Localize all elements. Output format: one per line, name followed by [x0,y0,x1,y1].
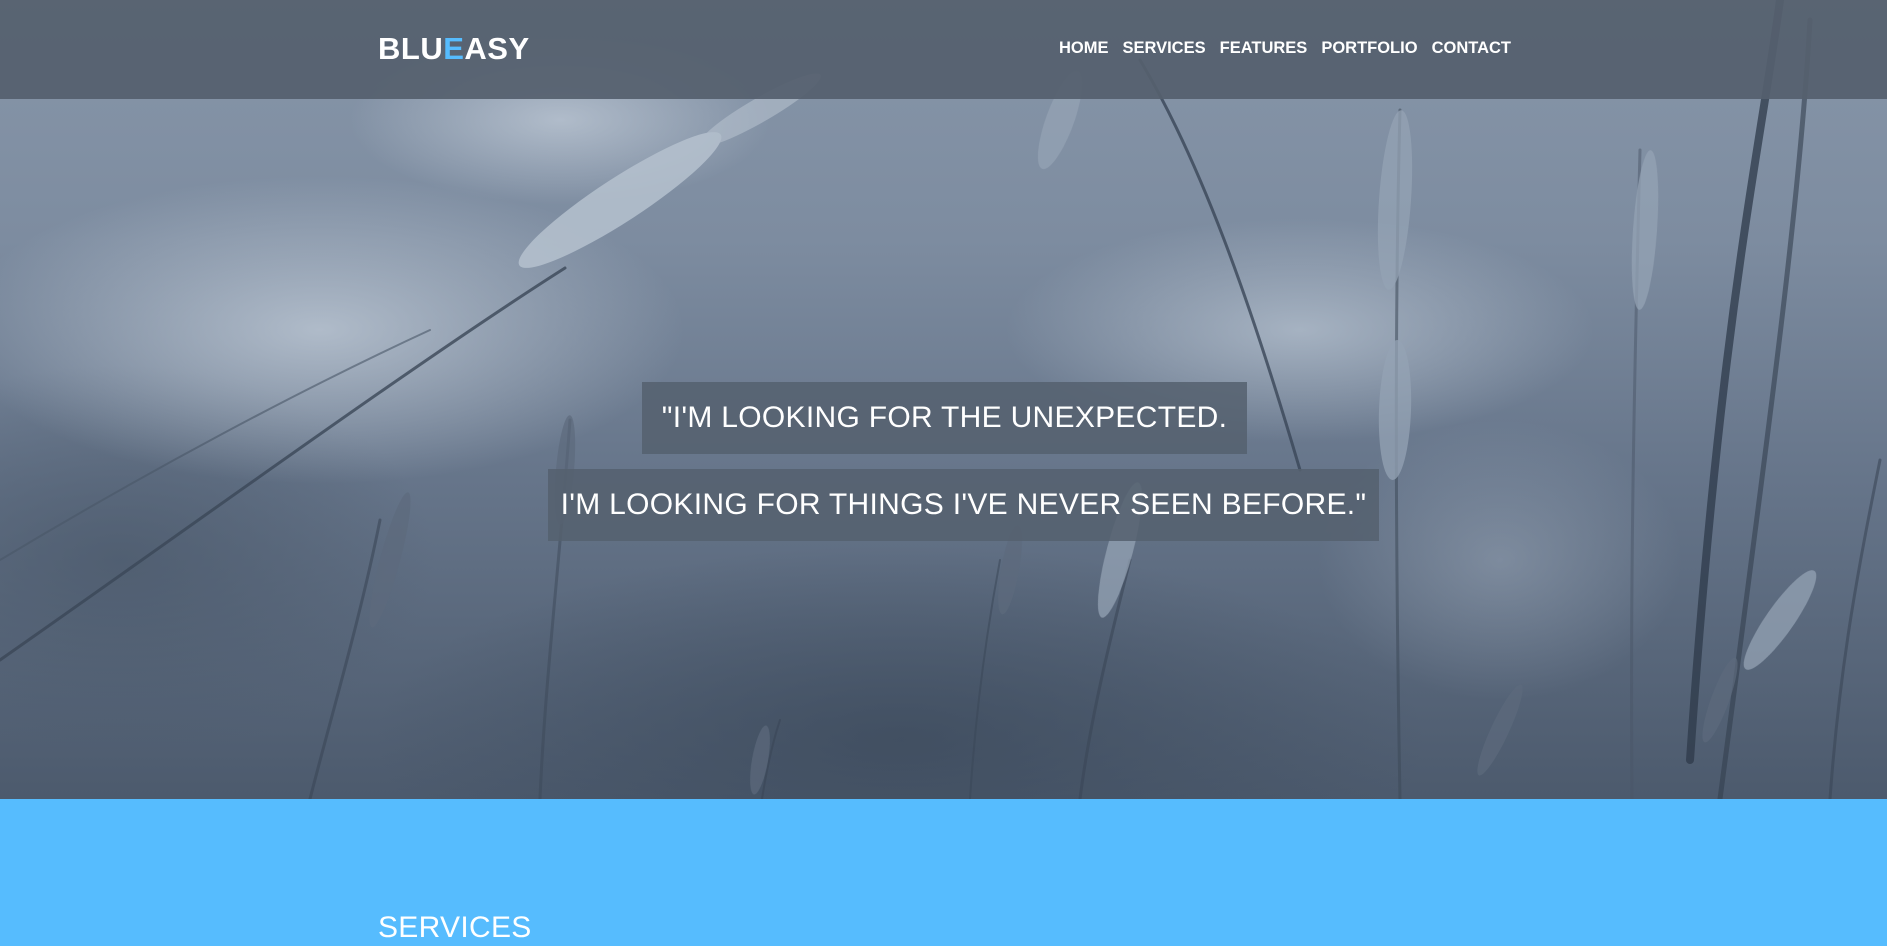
nav-link-home[interactable]: HOME [1059,38,1109,58]
nav-link-features[interactable]: FEATURES [1220,38,1308,58]
nav-item-portfolio: PORTFOLIO [1321,38,1417,58]
nav-link-contact[interactable]: CONTACT [1432,38,1511,58]
brand-text-part2: ASY [464,31,530,66]
nav-item-features: FEATURES [1220,38,1308,58]
nav-item-home: HOME [1059,38,1109,58]
hero-quote-line-1: "I'M LOOKING FOR THE UNEXPECTED. [642,382,1247,454]
hero-quote-line-2: I'M LOOKING FOR THINGS I'VE NEVER SEEN B… [548,469,1379,541]
brand-text-accent: E [443,31,465,66]
brand-text-part1: BLU [378,31,444,66]
top-navbar: BLUEASY HOME SERVICES FEATURES PORTFOLIO… [0,0,1887,99]
main-navigation: HOME SERVICES FEATURES PORTFOLIO CONTACT [1045,38,1511,58]
nav-link-services[interactable]: SERVICES [1122,38,1205,58]
nav-item-contact: CONTACT [1432,38,1511,58]
nav-link-portfolio[interactable]: PORTFOLIO [1321,38,1417,58]
brand-logo[interactable]: BLUEASY [378,30,530,68]
nav-item-services: SERVICES [1122,38,1205,58]
services-heading: SERVICES [378,911,532,944]
